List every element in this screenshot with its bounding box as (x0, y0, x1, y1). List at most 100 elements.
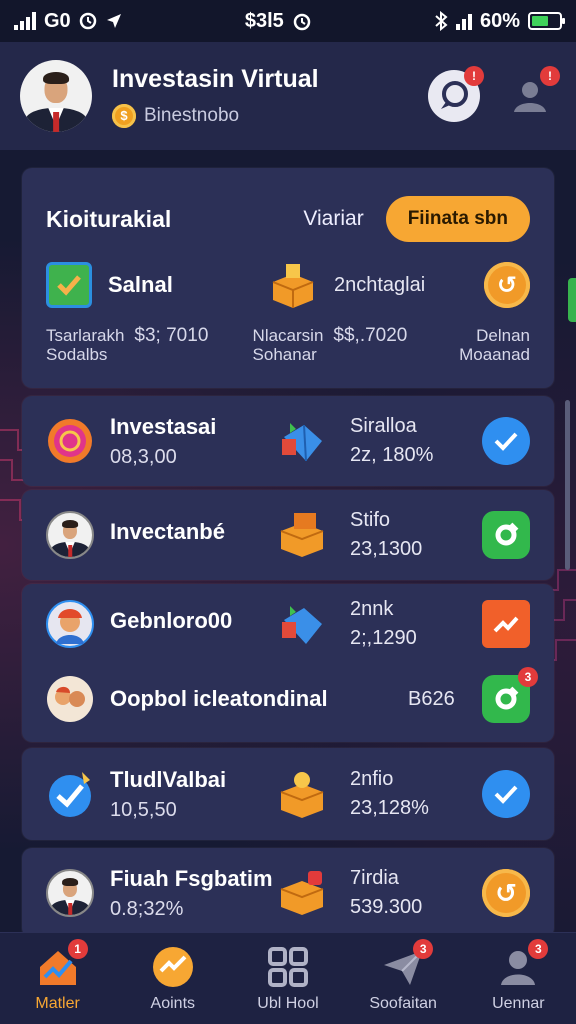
gift-box-icon (272, 264, 314, 308)
item-stat-value: 23,1300 (350, 538, 423, 560)
bottom-navigation: 1 Matler Aoints Ubl Hool 3 Soofaitan 3 U… (0, 932, 576, 1024)
col2-label: Nlacarsin (252, 326, 324, 345)
battery-percent: 60% (479, 9, 520, 32)
checkmark-icon (494, 432, 518, 451)
avatar (46, 511, 94, 559)
bluetooth-icon (435, 11, 448, 31)
trending-icon (493, 616, 519, 633)
status-bar: G0 $3l5 60% (0, 0, 576, 42)
gear-icon (495, 522, 519, 546)
col2-amount: $$,.7020 (333, 325, 408, 346)
gift-box-icon (280, 513, 324, 557)
primary-action-button[interactable]: Fiinata sbn (385, 196, 530, 242)
avatar (46, 869, 94, 917)
coin-box-icon (280, 772, 324, 818)
chat-button[interactable]: ! (428, 66, 484, 122)
nav-item-points[interactable]: Aoints (123, 945, 223, 1013)
list-item[interactable]: Oopbol icleatondinal B626 3 (22, 664, 554, 734)
item-name: Gebnloro00 (110, 608, 233, 633)
notification-badge: 3 (518, 667, 538, 687)
profile-badge: ! (540, 66, 560, 86)
refresh-icon[interactable]: ↺ (484, 262, 530, 308)
group-avatar-icon (47, 676, 93, 722)
item-value: 08,3,00 (110, 445, 177, 468)
nav-badge: 1 (67, 938, 88, 959)
summary-title: Kioiturakial (46, 205, 172, 232)
settings-button[interactable]: 3 (482, 667, 538, 723)
item-stat-label: 7irdia (350, 867, 399, 889)
list-item[interactable]: Invectanbé Stifo 23,1300 (22, 490, 554, 580)
target-icon (48, 419, 92, 463)
item-stat-label: B626 (408, 687, 455, 710)
nav-item-home[interactable]: 1 Matler (8, 938, 108, 1013)
summary-item-label: Salnal (108, 272, 173, 297)
checkmark-icon (494, 785, 518, 804)
view-link[interactable]: Viariar (303, 207, 363, 231)
character-avatar-icon (46, 600, 94, 648)
grid-icon (267, 946, 308, 987)
refresh-button[interactable]: ↺ (482, 869, 530, 917)
chat-icon (441, 81, 468, 109)
item-name: Fiuah Fsgbatim (110, 865, 273, 891)
signal-icon (14, 12, 36, 30)
refresh-icon: ↺ (495, 877, 517, 908)
item-stat-value: 23,128% (350, 797, 429, 819)
item-name: Invectanbé (110, 519, 225, 544)
edge-tab[interactable] (568, 278, 576, 322)
col2-sublabel: Sohanar (252, 345, 317, 364)
clock-icon (293, 13, 311, 31)
summary-item2-label: 2nchtaglai (334, 273, 426, 296)
item-stat-value: 2z, 180% (350, 444, 434, 466)
item-stat-label: Siralloa (350, 415, 417, 437)
check-button[interactable] (482, 417, 530, 465)
check-icon (46, 262, 92, 308)
list-item[interactable]: TludlValbai 10,5,50 2nfio 23,128% (22, 748, 554, 840)
item-stat-label: Stifo (350, 509, 391, 531)
trend-button[interactable] (482, 600, 530, 648)
nav-label: Ubl Hool (257, 994, 319, 1012)
item-stat-label: 2nfio (350, 768, 394, 790)
check-button[interactable] (482, 770, 530, 818)
item-stat-value: 2;,1290 (350, 627, 417, 649)
nav-label: Aoints (150, 994, 196, 1012)
nav-item-profile[interactable]: 3 Uennar (468, 938, 568, 1013)
chart-gem-icon (282, 423, 322, 462)
profile-button[interactable]: ! (504, 66, 560, 122)
chart-gem-icon (282, 606, 322, 644)
list-item[interactable]: Fiuah Fsgbatim 0.8;32% 7irdia 539.300 ↺ (22, 848, 554, 938)
list-item[interactable]: Gebnloro00 2nnk 2;,1290 (22, 584, 554, 664)
status-center-text: $3l5 (244, 9, 284, 32)
col1-amount: $3; 7010 (134, 325, 209, 346)
col1-sublabel: Sodalbs (46, 345, 108, 364)
list-item[interactable]: Investasai 08,3,00 Siralloa 2z, 180% (22, 396, 554, 486)
carrier-label: G0 (44, 9, 71, 32)
nav-badge: 3 (413, 938, 434, 959)
scrollbar[interactable] (565, 400, 570, 570)
list-group-card: Gebnloro00 2nnk 2;,1290 Oopbol icleatond… (22, 584, 554, 742)
item-name: TludlValbai (110, 766, 227, 792)
nav-label: Uennar (492, 994, 545, 1012)
item-value: 10,5,50 (110, 798, 177, 821)
signal-strength-icon (455, 12, 472, 30)
nav-item-send[interactable]: 3 Soofaitan (353, 938, 453, 1013)
page-subtitle: Binestnobo (144, 104, 240, 126)
item-stat-value: 539.300 (350, 896, 423, 918)
check-circle-icon (49, 772, 91, 817)
chat-badge: ! (464, 66, 484, 86)
nav-label: Soofaitan (369, 994, 437, 1012)
gear-icon (495, 686, 519, 710)
trend-coin-icon (152, 946, 193, 987)
settings-button[interactable] (482, 511, 530, 559)
item-stat-label: 2nnk (350, 598, 394, 620)
alarm-icon (79, 12, 96, 30)
app-header: Investasin Virtual $ Binestnobo ! ! (0, 42, 576, 150)
nav-badge: 3 (528, 938, 549, 959)
avatar[interactable] (20, 60, 92, 132)
nav-item-grid[interactable]: Ubl Hool (238, 945, 338, 1013)
col1-label: Tsarlarakh (46, 326, 125, 345)
col3-sublabel: Moaanad (459, 345, 530, 364)
item-name: Investasai (110, 413, 217, 439)
summary-card: Kioiturakial Viariar Fiinata sbn Salnal … (22, 168, 554, 388)
item-name: Oopbol icleatondinal (110, 686, 328, 711)
page-title: Investasin Virtual (112, 64, 319, 93)
